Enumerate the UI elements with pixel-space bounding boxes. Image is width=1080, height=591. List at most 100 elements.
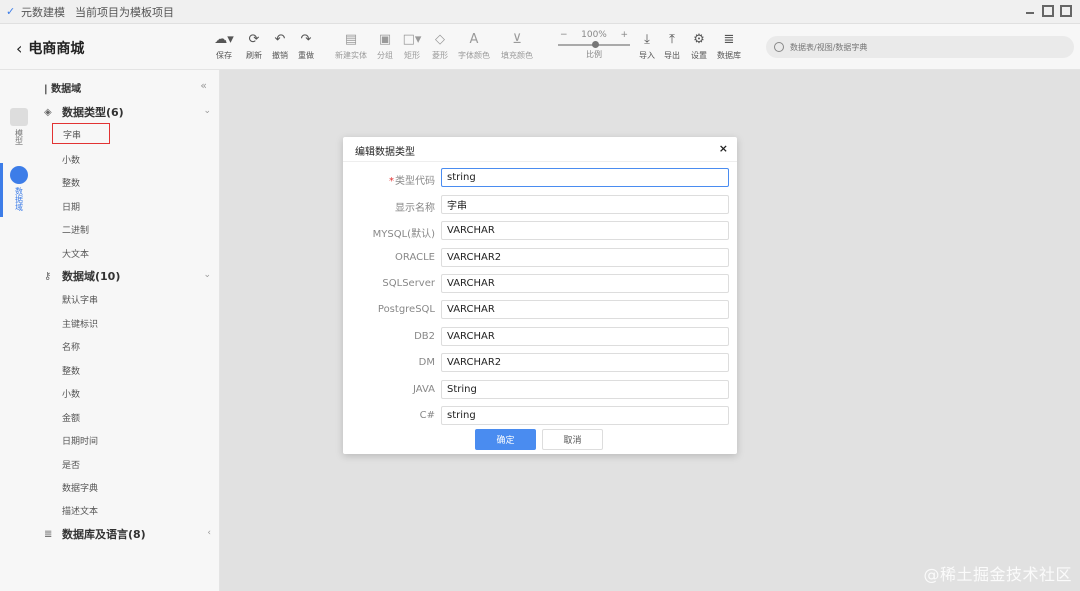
database-icon: ≣ (44, 528, 53, 540)
sidebar-tree: | 数据域 « ◈ 数据类型(6) ⌄ 字串 小数 整数 日期 二进制 大文本 … (36, 70, 220, 591)
field-row-sqlserver: SQLServer (343, 274, 737, 294)
field-label: MYSQL(默认) (372, 229, 435, 240)
search-input[interactable] (790, 42, 1050, 52)
field-label: ORACLE (395, 252, 435, 263)
window-controls (1024, 5, 1072, 17)
group-data-types[interactable]: ◈ 数据类型(6) (44, 104, 124, 120)
field-label: C# (419, 410, 435, 421)
field-row-java: JAVA (343, 380, 737, 400)
csharp-type-input[interactable] (441, 406, 729, 425)
tree-item[interactable]: 描述文本 (62, 504, 98, 517)
field-label: *类型代码 (389, 176, 435, 187)
dialog-title: 编辑数据类型 (355, 147, 415, 158)
database-button[interactable]: ≣ 数据库 (711, 32, 747, 61)
sqlserver-type-input[interactable] (441, 274, 729, 293)
edit-data-type-dialog: 编辑数据类型 × *类型代码 显示名称 MYSQL(默认) ORACLE SQL… (343, 137, 737, 454)
zoom-in-button[interactable]: + (620, 30, 628, 40)
strip-item-domain[interactable]: 数据域 (8, 166, 30, 211)
back-button[interactable]: ‹ 电商商城 (16, 38, 84, 58)
app-name: 元数建模 (21, 5, 65, 19)
domain-icon (10, 166, 28, 184)
collapse-sidebar-icon[interactable]: « (200, 79, 207, 92)
tree-item[interactable]: 整数 (62, 176, 80, 189)
strip-label-domain: 数据域 (14, 187, 24, 211)
display-name-input[interactable] (441, 195, 729, 214)
search-icon (774, 42, 784, 52)
redo-button[interactable]: ↷ 重做 (288, 32, 324, 61)
project-note: 当前项目为模板项目 (75, 5, 174, 19)
group-domains[interactable]: ⚷ 数据域(10) (44, 268, 120, 284)
group-label: 数据类型(6) (62, 106, 124, 119)
project-title: 电商商城 (28, 41, 85, 57)
tree-item[interactable]: 日期时间 (62, 434, 98, 447)
cube-icon: ◈ (44, 106, 52, 118)
chevron-left-icon[interactable]: ‹ (207, 528, 211, 538)
strip-item-model[interactable]: 模型 (8, 108, 30, 145)
zoom-label: 比例 (586, 50, 602, 59)
field-row-db2: DB2 (343, 327, 737, 347)
field-label: JAVA (412, 384, 435, 395)
type-code-input[interactable] (441, 168, 729, 187)
field-label: DM (418, 357, 435, 368)
tree-item[interactable]: 整数 (62, 364, 80, 377)
field-label: PostgreSQL (377, 304, 435, 315)
group-databases[interactable]: ≣ 数据库及语言(8) (44, 526, 146, 542)
tree-item[interactable]: 小数 (62, 153, 80, 166)
tree-item[interactable]: 主键标识 (62, 317, 98, 330)
oracle-type-input[interactable] (441, 248, 729, 267)
new-entity-button[interactable]: ▤ 新建实体 (333, 32, 369, 61)
group-label: 数据库及语言(8) (62, 528, 146, 541)
tree-item[interactable]: 数据字典 (62, 481, 98, 494)
tree-item[interactable]: 是否 (62, 458, 80, 471)
tree-item[interactable]: 默认字串 (62, 293, 98, 306)
fill-color-label: 填充颜色 (501, 51, 533, 60)
ok-button[interactable]: 确定 (475, 429, 536, 450)
postgresql-type-input[interactable] (441, 300, 729, 319)
tree-item[interactable]: 日期 (62, 200, 80, 213)
fill-color-button[interactable]: ⊻ 填充颜色 (499, 32, 535, 61)
tree-item-string[interactable]: 字串 (52, 123, 110, 144)
field-row-type-code: *类型代码 (343, 168, 737, 188)
font-color-button[interactable]: A 字体颜色 (456, 32, 492, 61)
cancel-button[interactable]: 取消 (542, 429, 603, 450)
fill-color-icon: ⊻ (512, 32, 522, 47)
new-entity-icon: ▤ (344, 32, 358, 47)
chevron-down-icon[interactable]: ⌄ (203, 270, 211, 280)
model-icon (10, 108, 28, 126)
diamond-button[interactable]: ◇ 菱形 (422, 32, 458, 61)
new-entity-label: 新建实体 (335, 51, 367, 60)
minimize-icon[interactable] (1024, 5, 1036, 17)
tree-item[interactable]: 二进制 (62, 223, 89, 236)
active-indicator (0, 163, 3, 217)
database-label: 数据库 (717, 51, 741, 60)
close-window-icon[interactable] (1060, 5, 1072, 17)
field-row-postgresql: PostgreSQL (343, 300, 737, 320)
chevron-down-icon[interactable]: ⌄ (203, 106, 211, 116)
tree-item[interactable]: 名称 (62, 340, 80, 353)
zoom-value: 100% (581, 30, 607, 40)
redo-label: 重做 (298, 51, 314, 60)
tree-item[interactable]: 金额 (62, 411, 80, 424)
maximize-icon[interactable] (1042, 5, 1054, 17)
strip-label-model: 模型 (14, 129, 24, 145)
zoom-out-button[interactable]: − (560, 30, 568, 40)
dm-type-input[interactable] (441, 353, 729, 372)
font-color-icon: A (469, 32, 479, 47)
tree-item[interactable]: 小数 (62, 387, 80, 400)
diamond-icon: ◇ (435, 32, 445, 47)
field-row-mysql: MYSQL(默认) (343, 221, 737, 241)
main-toolbar: ‹ 电商商城 ☁▾ 保存 ⟳ 刷新 ↶ 撤销 ↷ 重做 ▤ 新建实体 ▣ 分组 … (0, 24, 1080, 70)
field-label: DB2 (414, 331, 435, 342)
close-icon[interactable]: × (719, 142, 728, 155)
tree-item[interactable]: 大文本 (62, 247, 89, 260)
chevron-left-icon: ‹ (16, 38, 23, 58)
db2-type-input[interactable] (441, 327, 729, 346)
search-box[interactable] (766, 36, 1074, 58)
zoom-slider[interactable] (558, 41, 630, 48)
dialog-divider (343, 161, 737, 162)
mysql-type-input[interactable] (441, 221, 729, 240)
left-icon-strip: 模型 数据域 (0, 70, 36, 591)
field-label: 显示名称 (395, 203, 435, 214)
zoom-control: − 100% + 比例 (556, 30, 632, 60)
java-type-input[interactable] (441, 380, 729, 399)
